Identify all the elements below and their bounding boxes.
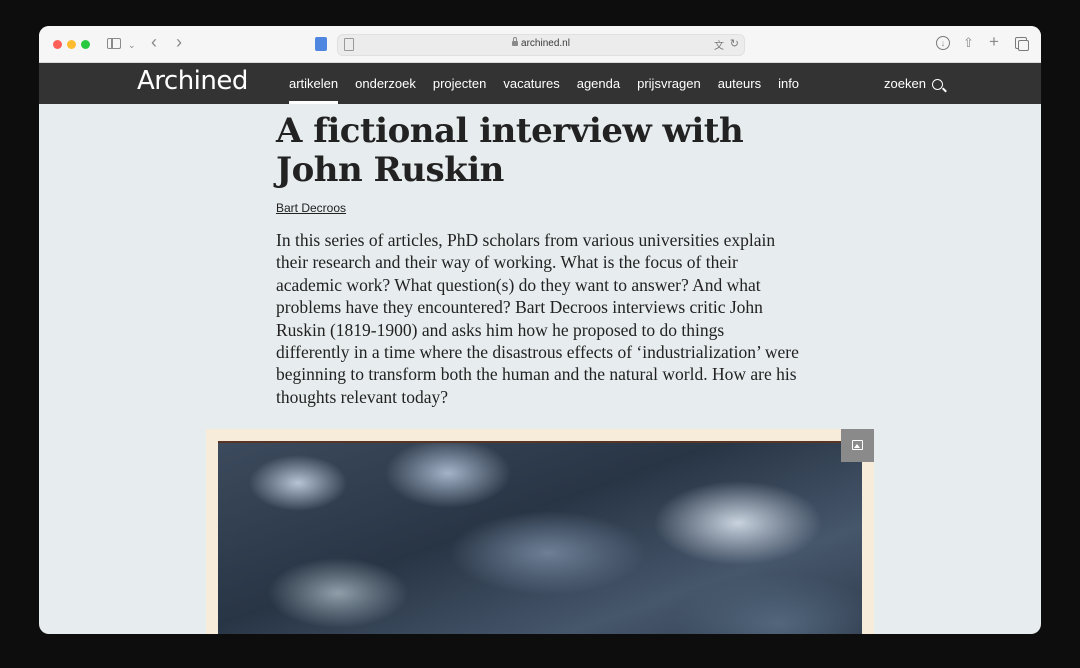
image-caption-button[interactable] xyxy=(841,429,874,462)
url-text: archined.nl xyxy=(521,38,570,49)
nav-item-vacatures[interactable]: vacatures xyxy=(503,63,559,104)
nav-item-prijsvragen[interactable]: prijsvragen xyxy=(637,63,701,104)
hero-image xyxy=(206,429,874,634)
browser-toolbar: ⌄ ‹ › archined.nl 文 ↻ ↓ ⇧ + xyxy=(39,26,1041,63)
search-label: zoeken xyxy=(884,76,926,91)
nav-item-info[interactable]: info xyxy=(778,63,799,104)
sidebar-toggle-icon[interactable] xyxy=(107,38,121,49)
address-bar[interactable]: archined.nl 文 ↻ xyxy=(337,34,745,56)
search-button[interactable]: zoeken xyxy=(884,63,943,104)
lock-icon xyxy=(512,37,519,46)
share-icon[interactable]: ⇧ xyxy=(963,34,974,52)
tab-overview-icon[interactable] xyxy=(1015,37,1029,51)
image-icon xyxy=(852,440,863,450)
tab-favicon-icon[interactable] xyxy=(315,37,327,51)
article-intro: In this series of articles, PhD scholars… xyxy=(276,230,799,407)
forward-arrow-icon[interactable]: › xyxy=(176,33,182,51)
main-menu: artikelen onderzoek projecten vacatures … xyxy=(289,63,816,104)
author-link[interactable]: Bart Decroos xyxy=(276,201,346,215)
reload-icon[interactable]: ↻ xyxy=(730,37,739,50)
new-tab-plus-icon[interactable]: + xyxy=(989,33,999,51)
article-title: A fictional interview with John Ruskin xyxy=(276,111,744,190)
fullscreen-window-button[interactable] xyxy=(81,40,90,49)
nav-item-onderzoek[interactable]: onderzoek xyxy=(355,63,416,104)
nav-item-artikelen[interactable]: artikelen xyxy=(289,63,339,104)
close-window-button[interactable] xyxy=(53,40,62,49)
search-icon xyxy=(931,79,943,90)
chevron-down-icon[interactable]: ⌄ xyxy=(128,36,136,54)
nav-item-agenda[interactable]: agenda xyxy=(577,63,620,104)
download-icon[interactable]: ↓ xyxy=(936,36,950,50)
nav-item-projecten[interactable]: projecten xyxy=(433,63,486,104)
site-logo[interactable]: Archined xyxy=(137,66,248,96)
translate-icon[interactable]: 文 xyxy=(714,37,724,52)
minimize-window-button[interactable] xyxy=(67,40,76,49)
site-navigation: Archined artikelen onderzoek projecten v… xyxy=(39,63,1041,104)
back-arrow-icon[interactable]: ‹ xyxy=(151,33,157,51)
browser-window: ⌄ ‹ › archined.nl 文 ↻ ↓ ⇧ + Archined art… xyxy=(39,26,1041,634)
nav-item-auteurs[interactable]: auteurs xyxy=(718,63,761,104)
ruskin-painting-image xyxy=(218,441,862,634)
